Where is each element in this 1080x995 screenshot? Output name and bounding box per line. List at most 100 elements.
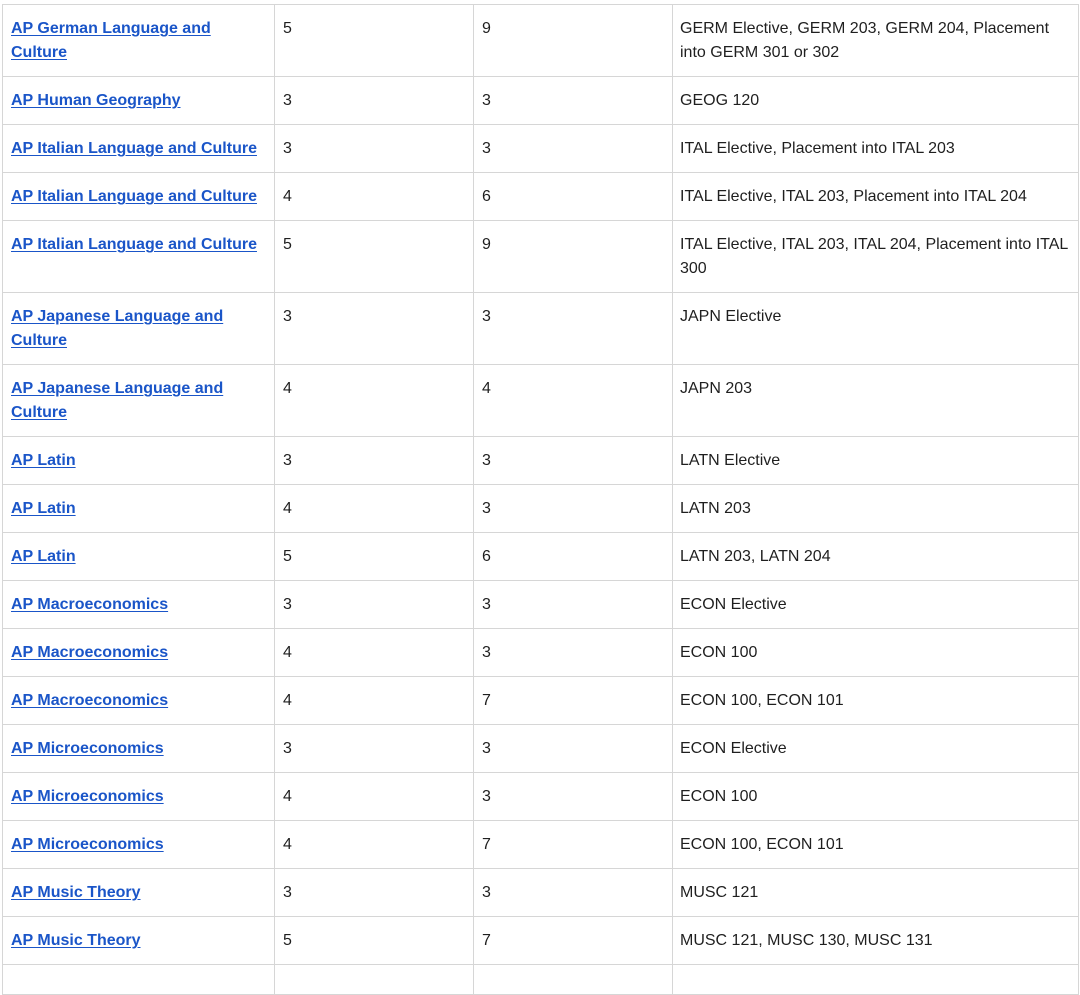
- credits-cell: 3: [473, 76, 673, 125]
- equivalent-cell: ITAL Elective, ITAL 203, ITAL 204, Place…: [672, 220, 1079, 293]
- score-cell: 4: [274, 364, 474, 437]
- score-cell: 4: [274, 484, 474, 533]
- score-cell: 4: [274, 172, 474, 221]
- table-row: AP Human Geography 3 3 GEOG 120: [2, 76, 1079, 125]
- score-cell: 3: [274, 580, 474, 629]
- exam-cell: AP Japanese Language and Culture: [2, 292, 275, 365]
- exam-cell: AP Macroeconomics: [2, 676, 275, 725]
- table-row: AP Japanese Language and Culture 3 3 JAPN E…: [2, 292, 1079, 365]
- exam-link[interactable]: AP German Language and Culture: [11, 20, 211, 61]
- credits-cell: 7: [473, 916, 673, 965]
- exam-link[interactable]: AP Italian Language and Culture: [11, 236, 257, 253]
- exam-link[interactable]: AP Italian Language and Culture: [11, 188, 257, 205]
- table-row: AP Italian Language and Culture 5 9 ITAL El…: [2, 220, 1079, 293]
- table-row: AP Music Theory 3 3 MUSC 121: [2, 868, 1079, 917]
- equivalent-cell: MUSC 121, MUSC 130, MUSC 131: [672, 916, 1079, 965]
- table-row: AP Microeconomics 4 3 ECON 100: [2, 772, 1079, 821]
- equivalent-cell: ITAL Elective, ITAL 203, Placement into …: [672, 172, 1079, 221]
- credits-cell: 3: [473, 124, 673, 173]
- exam-cell: AP Italian Language and Culture: [2, 172, 275, 221]
- equivalent-cell: ITAL Elective, Placement into ITAL 203: [672, 124, 1079, 173]
- score-cell: 5: [274, 4, 474, 77]
- exam-cell: AP Italian Language and Culture: [2, 220, 275, 293]
- credits-cell: 3: [473, 772, 673, 821]
- empty-cell: [274, 964, 474, 995]
- score-cell: 4: [274, 676, 474, 725]
- table-row: AP Macroeconomics 4 7 ECON 100, ECON 101: [2, 676, 1079, 725]
- score-cell: 3: [274, 868, 474, 917]
- table-row: AP Microeconomics 4 7 ECON 100, ECON 101: [2, 820, 1079, 869]
- empty-cell: [473, 964, 673, 995]
- equivalent-cell: LATN Elective: [672, 436, 1079, 485]
- exam-cell: AP Microeconomics: [2, 724, 275, 773]
- score-cell: 3: [274, 124, 474, 173]
- exam-link[interactable]: AP Macroeconomics: [11, 596, 168, 613]
- exam-cell: AP Latin: [2, 436, 275, 485]
- score-cell: 5: [274, 916, 474, 965]
- table-row: AP Latin 4 3 LATN 203: [2, 484, 1079, 533]
- table-row: AP Latin 5 6 LATN 203, LATN 204: [2, 532, 1079, 581]
- exam-cell: AP Music Theory: [2, 868, 275, 917]
- exam-link[interactable]: AP Music Theory: [11, 884, 141, 901]
- exam-link[interactable]: AP Latin: [11, 548, 76, 565]
- exam-cell: AP Latin: [2, 532, 275, 581]
- equivalent-cell: MUSC 121: [672, 868, 1079, 917]
- exam-link[interactable]: AP Microeconomics: [11, 740, 164, 757]
- exam-cell: AP Macroeconomics: [2, 628, 275, 677]
- score-cell: 5: [274, 220, 474, 293]
- exam-link[interactable]: AP Microeconomics: [11, 788, 164, 805]
- table-row: AP Latin 3 3 LATN Elective: [2, 436, 1079, 485]
- score-cell: 3: [274, 76, 474, 125]
- exam-link[interactable]: AP Italian Language and Culture: [11, 140, 257, 157]
- equivalent-cell: JAPN 203: [672, 364, 1079, 437]
- ap-credit-table: AP German Language and Culture 5 9 GERM Ele…: [2, 4, 1079, 995]
- credits-cell: 6: [473, 532, 673, 581]
- equivalent-cell: JAPN Elective: [672, 292, 1079, 365]
- table-row: AP Microeconomics 3 3 ECON Elective: [2, 724, 1079, 773]
- equivalent-cell: GEOG 120: [672, 76, 1079, 125]
- exam-cell: AP Italian Language and Culture: [2, 124, 275, 173]
- exam-cell: AP Microeconomics: [2, 820, 275, 869]
- score-cell: 3: [274, 724, 474, 773]
- score-cell: 4: [274, 628, 474, 677]
- credits-cell: 3: [473, 628, 673, 677]
- credits-cell: 6: [473, 172, 673, 221]
- equivalent-cell: ECON 100, ECON 101: [672, 676, 1079, 725]
- empty-cell: [2, 964, 275, 995]
- exam-link[interactable]: AP Japanese Language and Culture: [11, 308, 223, 349]
- table-row: AP Italian Language and Culture 4 6 ITAL El…: [2, 172, 1079, 221]
- exam-link[interactable]: AP Japanese Language and Culture: [11, 380, 223, 421]
- exam-link[interactable]: AP Latin: [11, 500, 76, 517]
- score-cell: 3: [274, 436, 474, 485]
- credits-cell: 3: [473, 484, 673, 533]
- exam-link[interactable]: AP Macroeconomics: [11, 644, 168, 661]
- table-row: AP Macroeconomics 3 3 ECON Elective: [2, 580, 1079, 629]
- exam-cell: AP Macroeconomics: [2, 580, 275, 629]
- score-cell: 4: [274, 820, 474, 869]
- equivalent-cell: ECON Elective: [672, 580, 1079, 629]
- equivalent-cell: ECON 100, ECON 101: [672, 820, 1079, 869]
- table-row: AP Music Theory 5 7 MUSC 121, MUSC 130, MUS…: [2, 916, 1079, 965]
- equivalent-cell: ECON 100: [672, 772, 1079, 821]
- table-row: AP Japanese Language and Culture 4 4 JAPN 2…: [2, 364, 1079, 437]
- credits-cell: 4: [473, 364, 673, 437]
- table-body: AP German Language and Culture 5 9 GERM Ele…: [2, 4, 1079, 995]
- exam-link[interactable]: AP Microeconomics: [11, 836, 164, 853]
- exam-link[interactable]: AP Latin: [11, 452, 76, 469]
- exam-cell: AP Japanese Language and Culture: [2, 364, 275, 437]
- exam-cell: AP Microeconomics: [2, 772, 275, 821]
- credits-cell: 9: [473, 220, 673, 293]
- exam-link[interactable]: AP Macroeconomics: [11, 692, 168, 709]
- table-row: AP German Language and Culture 5 9 GERM Ele…: [2, 4, 1079, 77]
- credits-cell: 7: [473, 676, 673, 725]
- credits-cell: 9: [473, 4, 673, 77]
- score-cell: 3: [274, 292, 474, 365]
- exam-link[interactable]: AP Music Theory: [11, 932, 141, 949]
- exam-link[interactable]: AP Human Geography: [11, 92, 181, 109]
- equivalent-cell: ECON Elective: [672, 724, 1079, 773]
- credits-cell: 3: [473, 580, 673, 629]
- credits-cell: 3: [473, 436, 673, 485]
- exam-cell: AP Human Geography: [2, 76, 275, 125]
- exam-cell: AP German Language and Culture: [2, 4, 275, 77]
- table-row-cutoff: [2, 964, 1079, 995]
